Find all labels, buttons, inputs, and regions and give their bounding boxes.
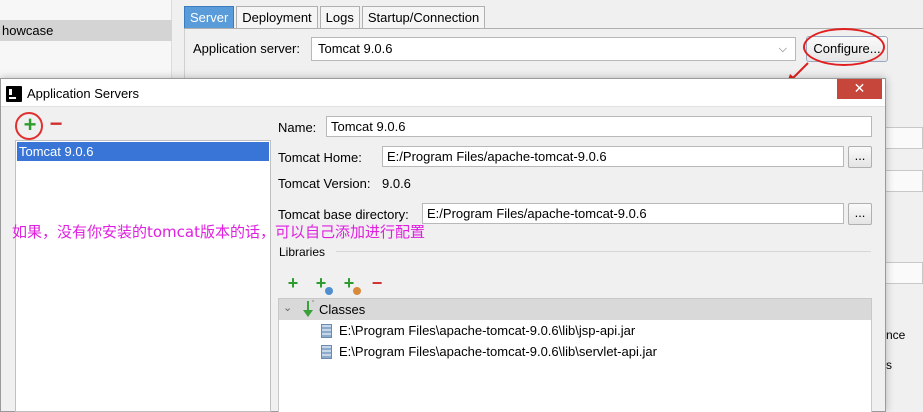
tomcat-base-directory-field[interactable]: E:/Program Files/apache-tomcat-9.0.6: [422, 203, 844, 224]
add-library-jar-button[interactable]: +: [339, 274, 361, 295]
tomcat-version-value: 9.0.6: [382, 176, 411, 191]
background-text: s: [886, 358, 892, 372]
classes-root-icon: [303, 300, 314, 317]
highlight-circle-configure: [803, 28, 885, 66]
jar-file-icon: [321, 324, 332, 338]
tab-server[interactable]: Server: [184, 6, 235, 28]
background-field: [884, 170, 923, 192]
classes-node[interactable]: ⌄ Classes: [279, 299, 871, 320]
jar-path: E:\Program Files\apache-tomcat-9.0.6\lib…: [339, 323, 636, 338]
annotation-text: 如果，没有你安装的tomcat版本的话，可以自己添加进行配置: [12, 223, 425, 241]
chevron-down-icon[interactable]: ⌄: [283, 301, 292, 314]
configuration-tree: howcase: [0, 0, 172, 80]
background-field: [884, 262, 923, 284]
browse-base-directory-button[interactable]: ...: [848, 203, 872, 225]
tab-logs[interactable]: Logs: [319, 6, 360, 28]
background-field: [884, 127, 923, 149]
tomcat-base-directory-label: Tomcat base directory:: [278, 207, 409, 222]
config-tabs: Server Deployment Logs Startup/Connectio…: [184, 6, 487, 29]
intellij-app-icon: [6, 86, 22, 102]
tomcat-version-label: Tomcat Version:: [278, 176, 371, 191]
tomcat-home-label: Tomcat Home:: [278, 150, 362, 165]
jar-file-icon: [321, 345, 332, 359]
tab-deployment[interactable]: Deployment: [236, 6, 318, 28]
application-server-label: Application server:: [193, 41, 300, 56]
application-servers-dialog: Application Servers ✕ + − Tomcat 9.0.6 N…: [0, 78, 886, 412]
add-library-path-button[interactable]: +: [311, 274, 333, 295]
highlight-circle-add: [15, 112, 43, 140]
dialog-titlebar: Application Servers ✕: [1, 79, 885, 107]
libraries-section-title: Libraries: [279, 245, 326, 259]
name-label: Name:: [278, 120, 317, 135]
application-server-select[interactable]: Tomcat 9.0.6 ⌵: [311, 37, 796, 61]
server-list: Tomcat 9.0.6: [15, 140, 271, 412]
name-field[interactable]: Tomcat 9.0.6: [326, 116, 872, 137]
list-item[interactable]: Tomcat 9.0.6: [17, 142, 269, 161]
dialog-title: Application Servers: [27, 86, 139, 101]
section-divider: [336, 251, 871, 252]
chevron-down-icon: ⌵: [778, 43, 787, 55]
jar-path: E:\Program Files\apache-tomcat-9.0.6\lib…: [339, 344, 657, 359]
application-server-value: Tomcat 9.0.6: [318, 41, 393, 56]
libraries-tree: ⌄ Classes E:\Program Files\apache-tomcat…: [278, 298, 872, 412]
libraries-toolbar: + + + −: [283, 274, 387, 295]
classes-label: Classes: [319, 302, 366, 317]
tomcat-home-field[interactable]: E:/Program Files/apache-tomcat-9.0.6: [382, 146, 844, 167]
remove-library-button[interactable]: −: [367, 274, 387, 293]
configuration-tree-item[interactable]: howcase: [0, 20, 172, 41]
background-text: nce: [886, 328, 906, 342]
remove-server-button[interactable]: −: [47, 113, 65, 135]
browse-home-button[interactable]: ...: [848, 146, 872, 168]
tab-startup-connection[interactable]: Startup/Connection: [361, 6, 486, 28]
close-button[interactable]: ✕: [837, 79, 882, 99]
add-library-button[interactable]: +: [283, 274, 303, 293]
